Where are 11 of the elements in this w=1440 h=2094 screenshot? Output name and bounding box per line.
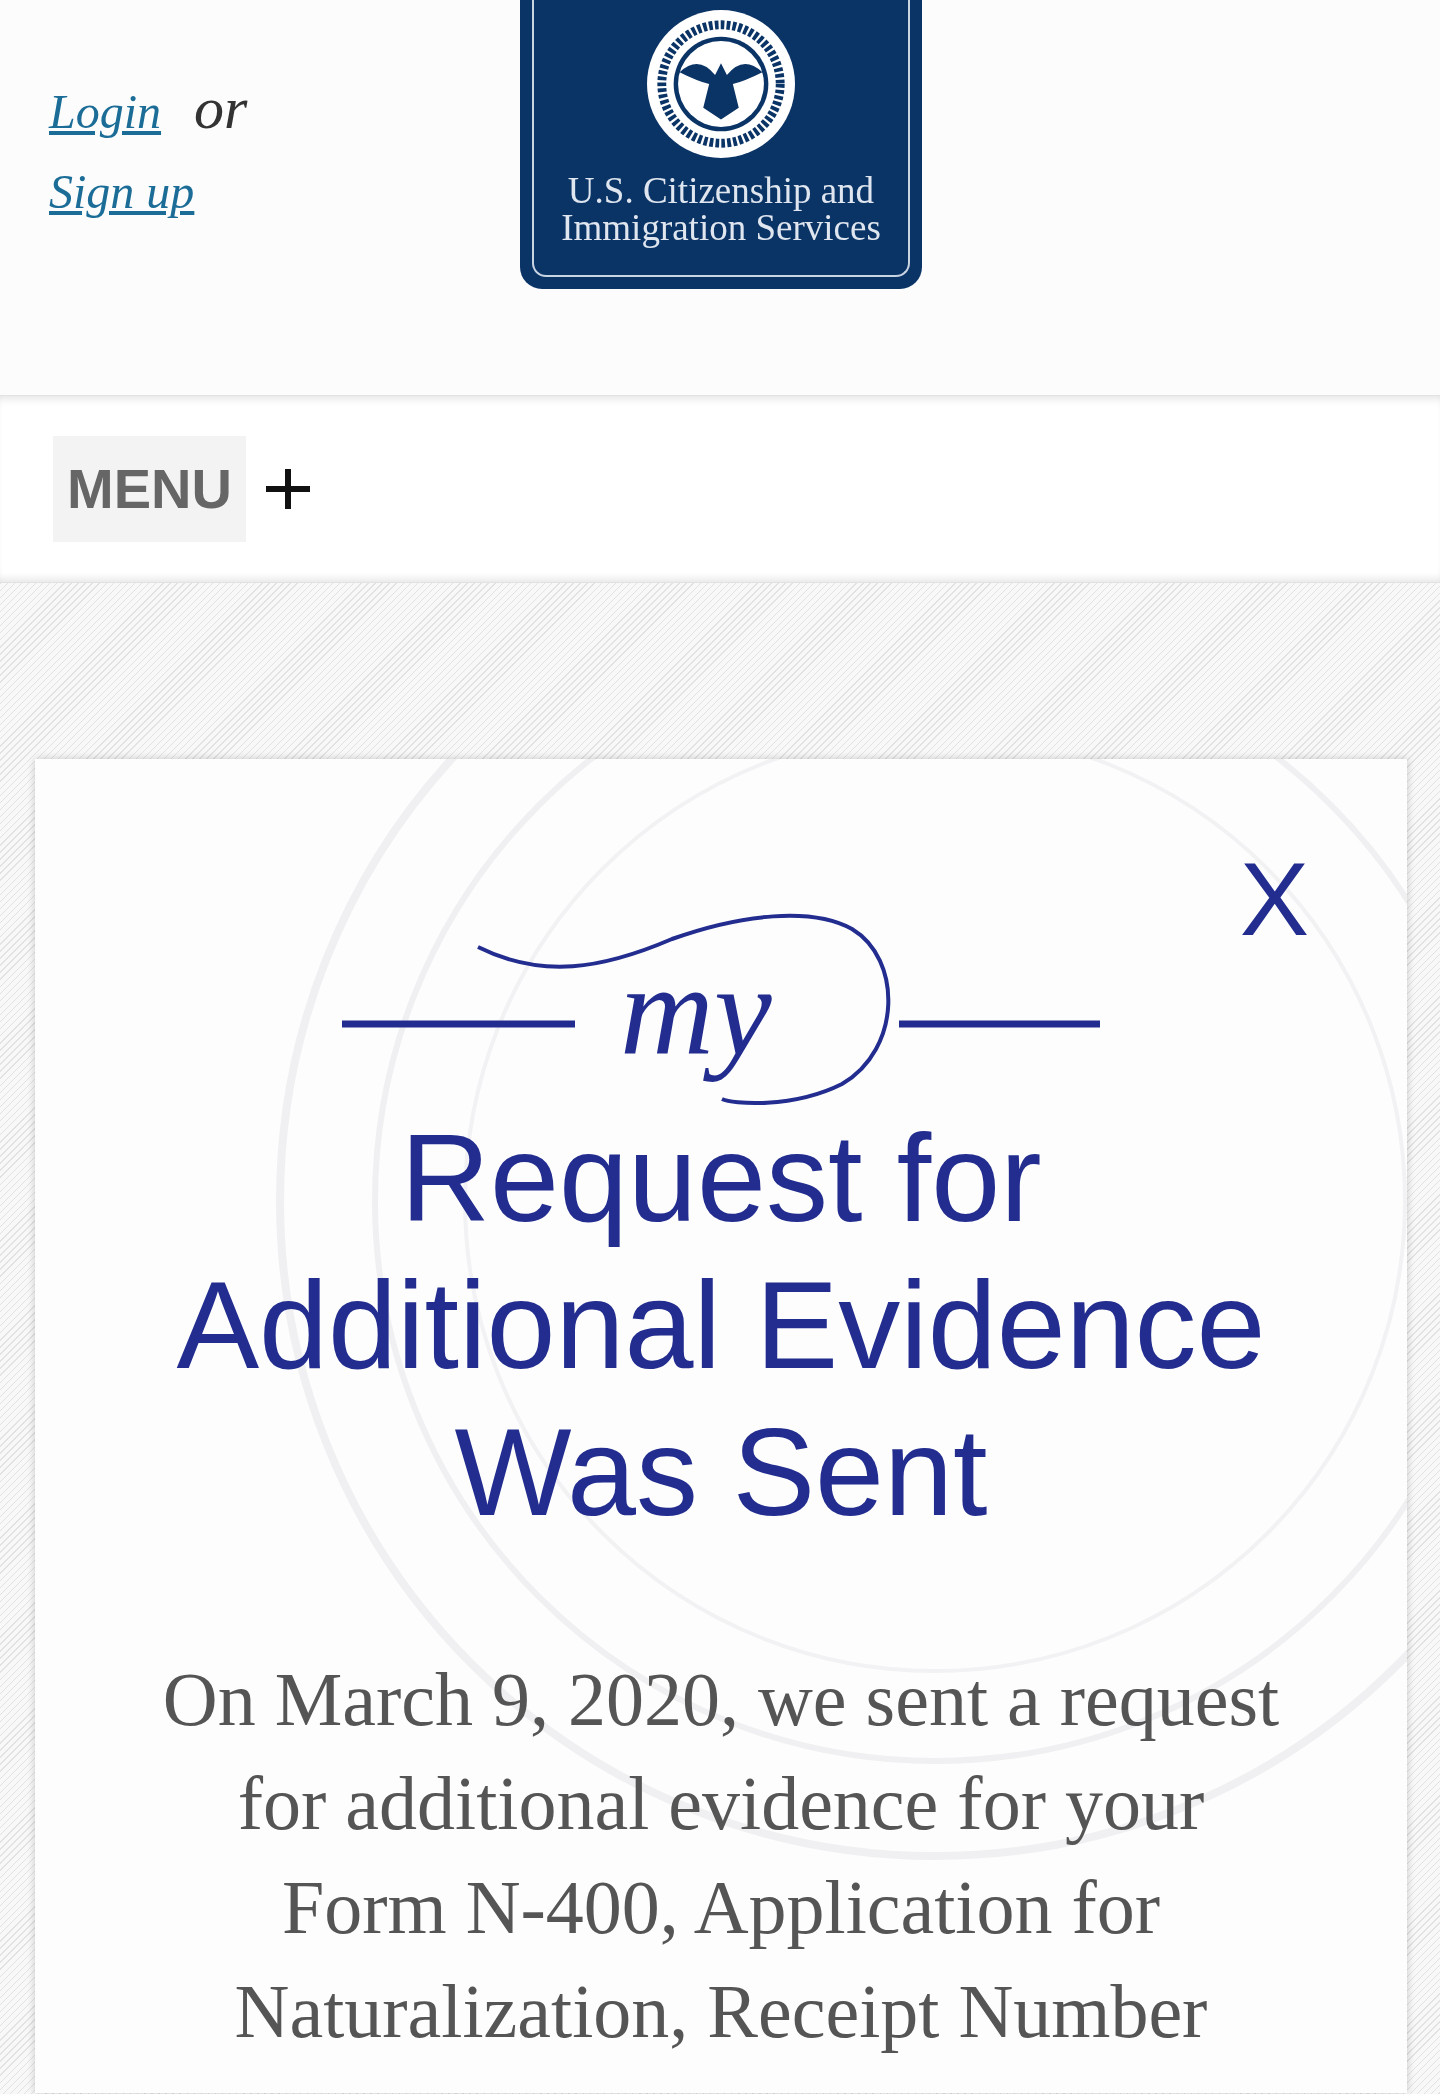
plus-icon[interactable]: [266, 469, 310, 509]
menu-button[interactable]: MENU: [53, 436, 246, 542]
login-link[interactable]: Login: [49, 82, 162, 142]
seal-icon: [647, 10, 795, 158]
modal-title: Request for Additional Evidence Was Sent: [175, 1108, 1267, 1543]
logo-text: U.S. Citizenship and Immigration Services: [560, 172, 882, 246]
brand-mark-text: my: [619, 937, 773, 1084]
or-text: or: [194, 78, 248, 138]
request-message: On March 9, 2020, we sent a request for additional evidence for your Form N-400, Application for Naturalization, Receipt Number: [161, 1656, 1281, 2055]
close-button[interactable]: X: [1239, 847, 1309, 951]
sign-up-link[interactable]: Sign up: [49, 162, 195, 222]
